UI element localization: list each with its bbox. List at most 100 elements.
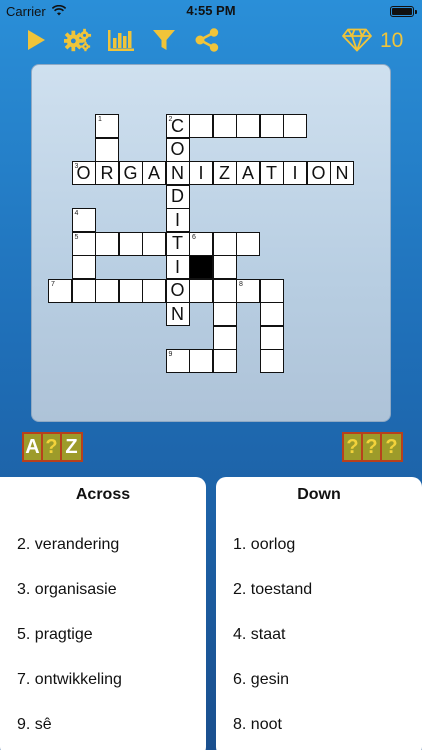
cell-letter [214,280,236,302]
hint-question-3: ? [385,435,398,458]
grid-cell[interactable]: 7 [48,278,72,303]
down-clue[interactable]: 6. gesin [233,671,289,689]
cell-letter: O [76,162,91,183]
grid-cell[interactable]: A [236,161,260,185]
filter-button[interactable] [150,26,178,54]
grid-cell[interactable] [142,278,166,303]
grid-cell[interactable] [212,325,237,350]
play-icon [28,30,45,50]
grid-cell[interactable]: G [118,161,143,185]
grid-cell[interactable]: D [165,184,190,209]
cell-letter [261,280,283,302]
grid-cell[interactable]: I [189,161,213,185]
cell-letter [214,327,236,349]
down-clue[interactable]: 8. noot [233,716,282,734]
grid-cell[interactable]: 9 [165,349,190,373]
down-clue[interactable]: 1. oorlog [233,536,295,554]
cell-letter [284,115,306,137]
grid-cell[interactable] [118,231,143,256]
stats-button[interactable] [107,26,135,54]
hint-letter-question: ? [43,434,62,460]
gears-icon [64,28,92,52]
cell-letter [49,280,71,302]
grid-cell[interactable] [95,137,119,162]
cell-letter [120,233,142,255]
grid-cell[interactable]: 4 [71,208,96,232]
grid-cell[interactable]: 6 [189,231,213,256]
grid-cell[interactable] [71,278,96,303]
grid-cell[interactable] [95,278,119,303]
grid-cell[interactable]: N [165,302,190,326]
grid-cell[interactable]: I [165,208,190,232]
grid-cell[interactable] [142,231,166,256]
cell-letter: A [241,162,254,183]
grid-cell[interactable]: O [165,278,190,303]
across-clue[interactable]: 5. pragtige [17,626,93,644]
grid-cell[interactable]: I [165,255,190,279]
play-button[interactable] [22,26,50,54]
cell-letter: N [335,162,349,183]
cell-letter [261,327,283,349]
grid-cell[interactable] [118,278,143,303]
diamond-icon [342,28,372,52]
across-clue[interactable]: 3. organisasie [17,581,117,599]
grid-cell[interactable]: 8 [236,278,260,303]
gem-count: 10 [380,29,404,52]
grid-cell[interactable]: 3O [71,161,96,185]
grid-cell[interactable] [212,255,237,279]
grid-cell[interactable] [212,349,237,373]
grid-cell[interactable] [283,114,307,138]
share-button[interactable] [193,26,221,54]
grid-cell[interactable]: O [165,137,190,162]
grid-cell[interactable]: N [165,161,190,185]
grid-cell[interactable]: R [95,161,119,185]
grid-cell[interactable]: N [330,161,354,185]
grid-cell[interactable] [259,302,284,326]
hint-question-1: ? [344,434,363,460]
grid-cell[interactable]: Z [212,161,237,185]
cell-letter: N [171,303,184,324]
cell-letter [237,115,259,137]
settings-button[interactable] [64,26,92,54]
grid-cell[interactable] [236,231,260,256]
grid-cell[interactable]: 2C [165,114,190,138]
cell-letter: Z [219,162,230,183]
grid-cell[interactable]: I [283,161,307,185]
cell-letter: R [100,162,114,183]
filter-icon [153,30,175,50]
across-clue[interactable]: 9. sê [17,716,52,734]
grid-cell[interactable]: T [165,231,190,256]
letter-hint-button[interactable]: A ? Z [22,432,83,462]
grid-cell[interactable] [212,114,237,138]
cell-letter [120,280,142,302]
grid-cell[interactable]: T [259,161,284,185]
word-hint-button[interactable]: ? ? ? [342,432,403,462]
grid-cell[interactable] [212,302,237,326]
cell-letter: G [123,162,138,183]
grid-cell[interactable] [71,255,96,279]
grid-cell[interactable] [259,114,284,138]
grid-cell[interactable] [95,231,119,256]
cell-letter: I [198,162,204,183]
grid-cell[interactable] [189,349,213,373]
down-clue[interactable]: 4. staat [233,626,285,644]
grid-cell[interactable] [259,325,284,350]
cell-letter [143,233,165,255]
grid-cell[interactable]: 1 [95,114,119,138]
grid-cell[interactable] [259,278,284,303]
grid-cell[interactable] [189,114,213,138]
grid-cell[interactable] [212,231,237,256]
cell-letter [73,209,95,231]
grid-cell[interactable]: O [306,161,331,185]
grid-cell[interactable]: A [142,161,166,185]
across-clue[interactable]: 2. verandering [17,536,119,554]
cell-letter [190,350,212,372]
down-clue[interactable]: 2. toestand [233,581,312,599]
grid-cell[interactable] [212,278,237,303]
grid-cell[interactable] [189,278,213,303]
cell-letter [167,350,189,372]
grid-cell[interactable] [259,349,284,373]
grid-cell[interactable] [236,114,260,138]
grid-cell[interactable]: 5 [71,231,96,256]
across-clue[interactable]: 7. ontwikkeling [17,671,122,689]
